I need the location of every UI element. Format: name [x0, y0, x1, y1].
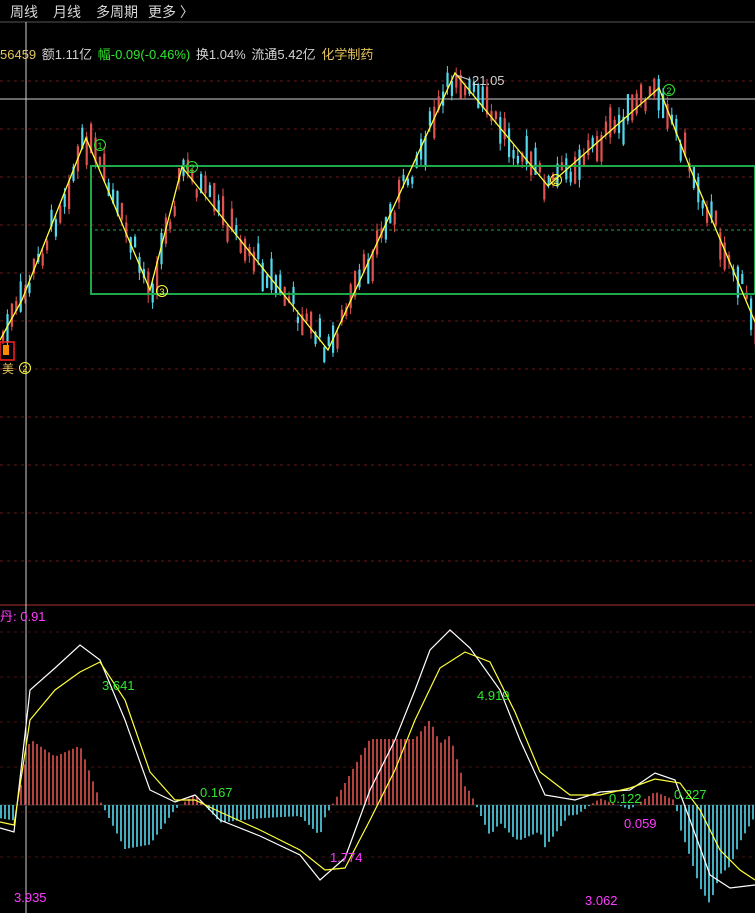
macd-annotation-6: 0.059	[624, 816, 657, 831]
macd-annotation-9: 3.062	[585, 893, 618, 908]
candle-body	[701, 200, 704, 209]
candle-body	[538, 163, 541, 173]
macd-annotation-1: 3.641	[102, 678, 135, 693]
candle-body	[635, 93, 638, 114]
wave-marker-2b: 2	[550, 174, 562, 186]
candle-body	[512, 149, 515, 159]
candle-body	[46, 240, 49, 251]
macd-annotation-7: 0.227	[674, 787, 707, 802]
candle-body	[292, 286, 295, 305]
signal-marker-fill	[3, 345, 9, 355]
kline-chart[interactable]: 1 2 3 2 2 2 美 21.05 丹: 0.91 3.641 0.167 …	[0, 0, 755, 913]
candle-body	[217, 200, 220, 213]
candle-body	[481, 86, 484, 108]
candle-body	[587, 140, 590, 156]
candle-body	[508, 128, 511, 158]
wave-marker-2d: 2	[19, 362, 31, 374]
candle-body	[494, 111, 497, 120]
left-marker-text: 美	[2, 362, 14, 376]
candle-body	[464, 86, 467, 96]
candle-body	[252, 251, 255, 272]
candle-body	[714, 210, 717, 226]
svg-text:2: 2	[666, 86, 671, 96]
macd-annotation-8: 3.935	[14, 890, 47, 905]
macd-annotation-5: 0.122	[609, 791, 642, 806]
candle-body	[609, 107, 612, 138]
peak-price-label: 21.05	[472, 73, 505, 88]
candle-body	[54, 219, 57, 237]
candle-body	[296, 316, 299, 323]
candle-body	[270, 258, 273, 290]
candle-body	[450, 80, 453, 96]
candle-body	[63, 194, 66, 208]
candle-body	[741, 274, 744, 285]
candle-body	[103, 153, 106, 182]
candle-body	[266, 275, 269, 288]
candle-body	[640, 84, 643, 104]
candle-body	[305, 313, 308, 322]
candle-body	[433, 106, 436, 139]
wave-markers: 1 2 3 2 2 2	[19, 84, 675, 374]
candle-body	[622, 116, 625, 145]
candle-body	[19, 281, 22, 312]
candle-body	[173, 206, 176, 217]
candle-body	[384, 217, 387, 240]
candle-body	[657, 78, 660, 111]
candle-body	[318, 318, 321, 338]
candle-body	[169, 221, 172, 230]
candle-body	[604, 121, 607, 136]
candle-body	[222, 196, 225, 226]
candle-body	[230, 208, 233, 231]
candle-body	[569, 171, 572, 183]
macd-indicator-label: 丹: 0.91	[0, 609, 46, 624]
candle-body	[323, 347, 326, 363]
candle-body	[398, 179, 401, 203]
candle-body	[208, 185, 211, 198]
svg-text:3: 3	[159, 287, 164, 297]
svg-text:2: 2	[22, 364, 27, 374]
macd-annotation-4: 4.919	[477, 688, 510, 703]
candle-body	[503, 118, 506, 140]
candle-body	[499, 117, 502, 144]
candle-body	[578, 149, 581, 180]
svg-text:2: 2	[553, 176, 558, 186]
svg-text:2: 2	[189, 163, 194, 173]
candle-body	[530, 151, 533, 176]
svg-text:1: 1	[97, 141, 102, 151]
candle-body	[402, 174, 405, 182]
candle-body	[653, 78, 656, 97]
candle-body	[446, 72, 449, 87]
candlestick-series	[2, 66, 755, 364]
candle-body	[723, 242, 726, 270]
candle-body	[349, 284, 352, 309]
candle-body	[68, 180, 71, 209]
candle-body	[406, 178, 409, 186]
candle-body	[226, 224, 229, 242]
candle-body	[327, 336, 330, 346]
candle-body	[41, 253, 44, 266]
candle-body	[631, 94, 634, 121]
macd-annotation-3: 1.774	[330, 850, 363, 865]
candle-body	[10, 303, 13, 327]
candle-body	[547, 176, 550, 186]
candle-body	[120, 202, 123, 220]
candle-body	[596, 136, 599, 162]
candle-body	[257, 243, 260, 260]
candle-body	[336, 333, 339, 349]
candle-body	[204, 175, 207, 194]
candle-body	[195, 189, 198, 198]
zigzag-wave-line	[0, 71, 755, 352]
candle-body	[393, 212, 396, 225]
candle-body	[134, 236, 137, 248]
macd-annotation-2: 0.167	[200, 785, 233, 800]
candle-body	[411, 177, 414, 184]
wave-marker-2c: 2	[663, 84, 675, 96]
candle-body	[59, 205, 62, 223]
candle-body	[516, 155, 519, 164]
candle-body	[428, 111, 431, 126]
candle-body	[244, 238, 247, 261]
